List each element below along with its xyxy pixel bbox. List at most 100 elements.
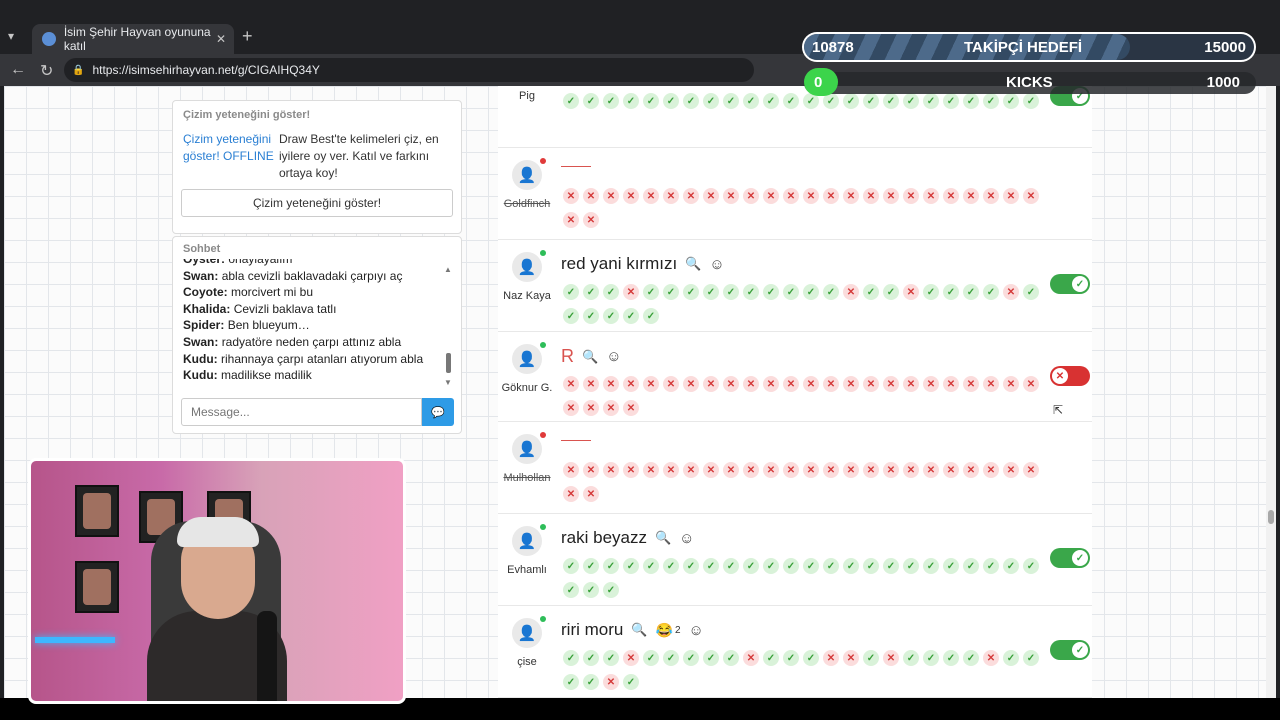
vote-reject-icon: ✕ <box>943 462 959 478</box>
chat-scrollbar[interactable]: ▲ ▼ <box>443 265 453 387</box>
vote-approve-icon: ✓ <box>703 93 719 109</box>
url-text: https://isimsehirhayvan.net/g/CIGAIHQ34Y <box>92 63 320 77</box>
vote-reject-icon: ✕ <box>743 650 759 666</box>
vote-reject-icon: ✕ <box>703 188 719 204</box>
chat-username[interactable]: Khalida: <box>183 302 230 316</box>
vote-reject-icon: ✕ <box>1023 462 1039 478</box>
draw-promo-image[interactable]: Çizim yeteneğini göster! OFFLINE <box>183 131 275 165</box>
magnifier-icon[interactable]: 🔍 <box>631 622 647 638</box>
vote-approve-icon: ✓ <box>783 650 799 666</box>
vote-approve-icon: ✓ <box>783 93 799 109</box>
vote-reject-icon: ✕ <box>803 376 819 392</box>
vote-reject-icon: ✕ <box>603 462 619 478</box>
vote-toggle[interactable]: ✓ <box>1050 274 1090 294</box>
active-tab[interactable]: İsim Şehir Hayvan oyununa katıl ✕ <box>32 24 234 54</box>
chat-username[interactable]: Swan: <box>183 335 218 349</box>
vote-reject-icon: ✕ <box>563 400 579 416</box>
send-button[interactable]: 💬 <box>422 398 454 426</box>
chat-message: Oyster: onaylayalım <box>183 259 437 268</box>
chat-username[interactable]: Swan: <box>183 269 218 283</box>
player-status-dot <box>540 250 546 256</box>
vote-approve-icon: ✓ <box>603 93 619 109</box>
vote-approve-icon: ✓ <box>643 284 659 300</box>
magnifier-icon[interactable]: 🔍 <box>582 349 598 365</box>
url-field[interactable]: 🔒 https://isimsehirhayvan.net/g/CIGAIHQ3… <box>64 58 754 82</box>
answer: raki beyazz 🔍 ☺ <box>561 528 695 548</box>
add-reaction-smile-icon[interactable]: ☺ <box>689 622 704 639</box>
vote-approve-icon: ✓ <box>1003 558 1019 574</box>
chat-message-list[interactable]: Oyster: onaylayalım Swan: abla cevizli ba… <box>183 259 437 391</box>
player-name: Pig <box>519 90 535 102</box>
vote-reject-icon: ✕ <box>883 462 899 478</box>
add-reaction-smile-icon[interactable]: ☺ <box>679 530 694 547</box>
vote-reject-icon: ✕ <box>803 188 819 204</box>
vote-reject-icon: ✕ <box>883 650 899 666</box>
vote-toggle[interactable]: ✕ <box>1050 366 1090 386</box>
player-status-dot <box>540 158 546 164</box>
vote-approve-icon: ✓ <box>803 558 819 574</box>
magnifier-icon[interactable]: 🔍 <box>685 256 701 272</box>
kicks-label: KICKS <box>1006 74 1053 91</box>
chat-message-input[interactable] <box>181 398 422 426</box>
add-reaction-smile-icon[interactable]: ☺ <box>709 256 724 273</box>
vote-approve-icon: ✓ <box>643 650 659 666</box>
follower-goal-label: TAKİPÇİ HEDEFİ <box>964 39 1083 56</box>
vote-approve-icon: ✓ <box>983 558 999 574</box>
vote-reject-icon: ✕ <box>583 188 599 204</box>
chat-scroll-thumb[interactable] <box>446 353 451 373</box>
vote-approve-icon: ✓ <box>863 284 879 300</box>
page-scrollbar[interactable] <box>1266 86 1276 698</box>
chat-username[interactable]: Oyster: <box>183 259 225 266</box>
vote-toggle[interactable]: ✓ <box>1050 640 1090 660</box>
chat-title: Sohbet <box>183 243 221 255</box>
add-reaction-smile-icon[interactable]: ☺ <box>606 348 621 365</box>
vote-approve-icon: ✓ <box>823 284 839 300</box>
vote-approve-icon: ✓ <box>563 674 579 690</box>
chat-username[interactable]: Kudu: <box>183 368 218 382</box>
vote-toggle[interactable]: ✓ <box>1050 548 1090 568</box>
scroll-up-icon[interactable]: ▲ <box>444 265 452 274</box>
wall-photo-frame <box>75 485 119 537</box>
vote-reject-icon: ✕ <box>603 400 619 416</box>
vote-approve-icon: ✓ <box>763 650 779 666</box>
vote-reject-icon: ✕ <box>1023 188 1039 204</box>
vote-approve-icon: ✓ <box>763 284 779 300</box>
chat-username[interactable]: Spider: <box>183 318 224 332</box>
close-tab-icon[interactable]: ✕ <box>216 32 226 46</box>
chat-text: rihannaya çarpı atanları atıyorum abla <box>221 351 424 366</box>
vote-approve-icon: ✓ <box>863 558 879 574</box>
tab-list-chevron-icon[interactable]: ▾ <box>8 29 14 43</box>
back-arrow-icon[interactable]: ← <box>10 61 26 79</box>
vote-reject-icon: ✕ <box>943 188 959 204</box>
vote-reject-icon: ✕ <box>983 376 999 392</box>
magnifier-icon[interactable]: 🔍 <box>655 530 671 546</box>
vote-reject-icon: ✕ <box>843 376 859 392</box>
vote-reject-icon: ✕ <box>1003 376 1019 392</box>
player-avatar-icon: 👤 <box>512 526 542 556</box>
vote-approve-icon: ✓ <box>663 284 679 300</box>
vote-approve-icon: ✓ <box>643 93 659 109</box>
chat-message: Spider: Ben blueyum… <box>183 317 437 334</box>
chat-username[interactable]: Kudu: <box>183 352 218 366</box>
vote-approve-icon: ✓ <box>583 674 599 690</box>
vote-reject-icon: ✕ <box>603 674 619 690</box>
player-avatar-icon: 👤 <box>512 160 542 190</box>
reload-icon[interactable]: ↻ <box>40 61 53 81</box>
chat-username[interactable]: Coyote: <box>183 285 228 299</box>
scroll-down-icon[interactable]: ▼ <box>444 378 452 387</box>
vote-reject-icon: ✕ <box>623 376 639 392</box>
vote-reject-icon: ✕ <box>843 188 859 204</box>
vote-reject-icon: ✕ <box>903 462 919 478</box>
vote-approve-icon: ✓ <box>803 650 819 666</box>
page-scroll-thumb[interactable] <box>1268 510 1274 524</box>
vote-reject-icon: ✕ <box>1003 462 1019 478</box>
vote-reject-icon: ✕ <box>583 212 599 228</box>
vote-reject-icon: ✕ <box>783 376 799 392</box>
vote-reject-icon: ✕ <box>803 462 819 478</box>
draw-promo-button[interactable]: Çizim yeteneğini göster! <box>181 189 453 217</box>
vote-reject-icon: ✕ <box>583 462 599 478</box>
vote-approve-icon: ✓ <box>803 284 819 300</box>
site-info-icon[interactable]: 🔒 <box>72 65 84 76</box>
new-tab-plus-icon[interactable]: + <box>242 26 253 47</box>
laugh-reaction-icon[interactable]: 😂 <box>656 622 673 639</box>
